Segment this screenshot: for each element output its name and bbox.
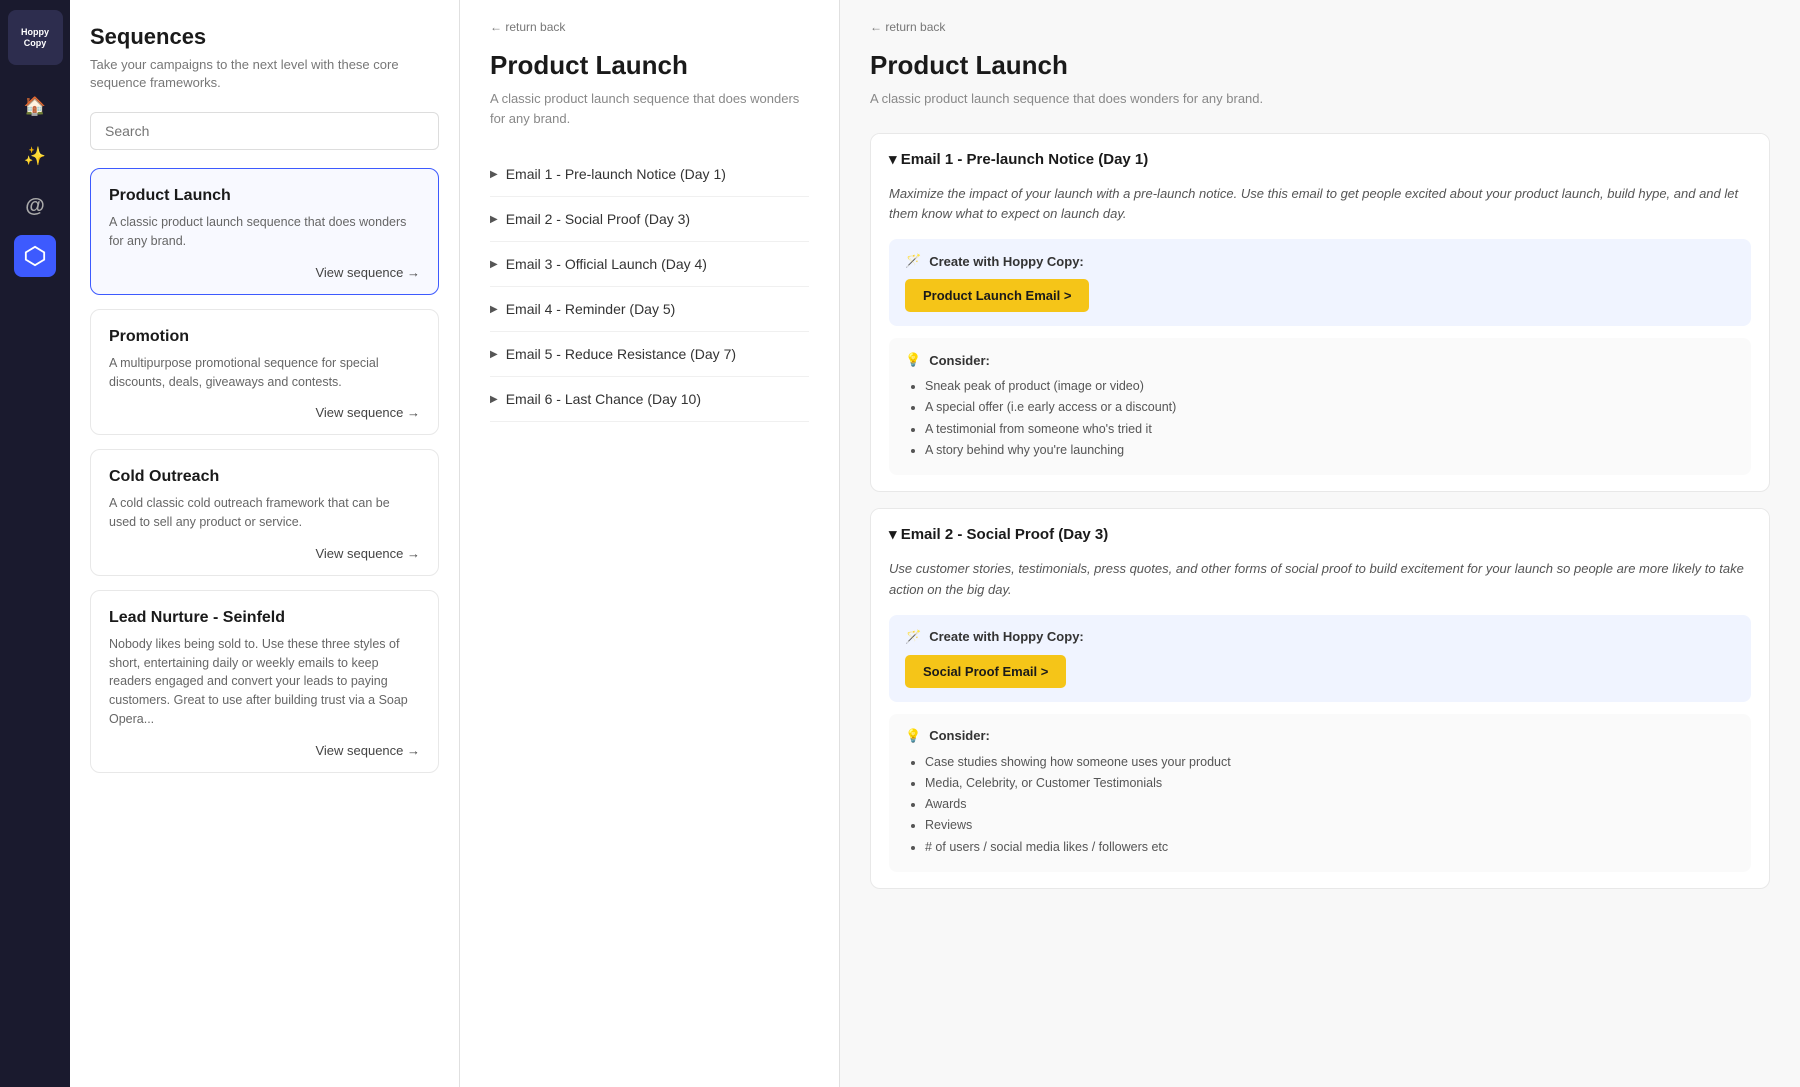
consider-item: Media, Celebrity, or Customer Testimonia… bbox=[925, 773, 1735, 794]
email-list-item-email5[interactable]: ▶ Email 5 - Reduce Resistance (Day 7) bbox=[490, 332, 809, 377]
email-section-header[interactable]: ▾ Email 2 - Social Proof (Day 3) bbox=[871, 509, 1769, 559]
email-section-email2: ▾ Email 2 - Social Proof (Day 3) Use cus… bbox=[870, 508, 1770, 889]
cards-container: Product Launch A classic product launch … bbox=[90, 168, 439, 772]
middle-desc: A classic product launch sequence that d… bbox=[490, 89, 809, 128]
logo-text: HoppyCopy bbox=[21, 27, 49, 49]
email-section-email1: ▾ Email 1 - Pre-launch Notice (Day 1) Ma… bbox=[870, 133, 1770, 493]
consider-item: # of users / social media likes / follow… bbox=[925, 837, 1735, 858]
card-title: Promotion bbox=[109, 328, 420, 346]
nav-at[interactable]: @ bbox=[14, 185, 56, 227]
view-sequence-link[interactable]: View sequence → bbox=[109, 743, 420, 758]
create-label-text: Create with Hoppy Copy: bbox=[929, 254, 1084, 269]
consider-item: A testimonial from someone who's tried i… bbox=[925, 419, 1735, 440]
left-panel: Sequences Take your campaigns to the nex… bbox=[70, 0, 460, 1087]
create-button[interactable]: Social Proof Email > bbox=[905, 655, 1066, 688]
card-title: Cold Outreach bbox=[109, 468, 420, 486]
email-list-item-email3[interactable]: ▶ Email 3 - Official Launch (Day 4) bbox=[490, 242, 809, 287]
panel-subtitle: Take your campaigns to the next level wi… bbox=[90, 56, 439, 92]
email-list-item-email6[interactable]: ▶ Email 6 - Last Chance (Day 10) bbox=[490, 377, 809, 422]
create-box: 🪄 Create with Hoppy Copy: Social Proof E… bbox=[889, 615, 1751, 702]
nav-home[interactable]: 🏠 bbox=[14, 85, 56, 127]
card-desc: A cold classic cold outreach framework t… bbox=[109, 494, 420, 532]
card-desc: A classic product launch sequence that d… bbox=[109, 213, 420, 251]
right-return-back[interactable]: ← return back bbox=[870, 20, 1770, 34]
middle-title: Product Launch bbox=[490, 50, 809, 81]
consider-title-text: Consider: bbox=[929, 728, 990, 743]
create-button[interactable]: Product Launch Email > bbox=[905, 279, 1089, 312]
middle-panel: ← return back Product Launch A classic p… bbox=[460, 0, 840, 1087]
right-title: Product Launch bbox=[870, 50, 1770, 81]
view-sequence-link[interactable]: View sequence → bbox=[109, 405, 420, 420]
view-sequence-link[interactable]: View sequence → bbox=[109, 546, 420, 561]
card-desc: A multipurpose promotional sequence for … bbox=[109, 354, 420, 392]
right-panel: ← return back Product Launch A classic p… bbox=[840, 0, 1800, 1087]
email-label: Email 1 - Pre-launch Notice (Day 1) bbox=[506, 166, 726, 182]
consider-box: 💡 Consider: Sneak peak of product (image… bbox=[889, 338, 1751, 475]
create-label: 🪄 Create with Hoppy Copy: bbox=[905, 629, 1735, 645]
email-label: Email 2 - Social Proof (Day 3) bbox=[506, 211, 690, 227]
arrow-icon: ▶ bbox=[490, 349, 498, 360]
card-title: Lead Nurture - Seinfeld bbox=[109, 609, 420, 627]
email-italic-desc: Use customer stories, testimonials, pres… bbox=[889, 559, 1751, 601]
card-title: Product Launch bbox=[109, 187, 420, 205]
sequence-card-cold-outreach[interactable]: Cold Outreach A cold classic cold outrea… bbox=[90, 449, 439, 576]
consider-title: 💡 Consider: bbox=[905, 352, 1735, 368]
sequence-card-product-launch[interactable]: Product Launch A classic product launch … bbox=[90, 168, 439, 295]
email-label: Email 6 - Last Chance (Day 10) bbox=[506, 391, 701, 407]
email-section-header[interactable]: ▾ Email 1 - Pre-launch Notice (Day 1) bbox=[871, 134, 1769, 184]
section-header-label: ▾ Email 1 - Pre-launch Notice (Day 1) bbox=[889, 150, 1148, 168]
consider-list: Sneak peak of product (image or video)A … bbox=[905, 376, 1735, 461]
email-italic-desc: Maximize the impact of your launch with … bbox=[889, 184, 1751, 226]
right-desc: A classic product launch sequence that d… bbox=[870, 89, 1770, 109]
logo[interactable]: HoppyCopy bbox=[8, 10, 63, 65]
consider-item: Reviews bbox=[925, 815, 1735, 836]
panel-title: Sequences bbox=[90, 24, 439, 50]
section-header-label: ▾ Email 2 - Social Proof (Day 3) bbox=[889, 525, 1108, 543]
email-label: Email 5 - Reduce Resistance (Day 7) bbox=[506, 346, 736, 362]
emails-list: ▶ Email 1 - Pre-launch Notice (Day 1) ▶ Ema… bbox=[490, 152, 809, 422]
bulb-icon: 💡 bbox=[905, 728, 921, 744]
email-label: Email 3 - Official Launch (Day 4) bbox=[506, 256, 707, 272]
arrow-icon: ▶ bbox=[490, 304, 498, 315]
sequence-card-promotion[interactable]: Promotion A multipurpose promotional seq… bbox=[90, 309, 439, 436]
consider-list: Case studies showing how someone uses yo… bbox=[905, 752, 1735, 858]
consider-item: Sneak peak of product (image or video) bbox=[925, 376, 1735, 397]
consider-title: 💡 Consider: bbox=[905, 728, 1735, 744]
consider-item: Case studies showing how someone uses yo… bbox=[925, 752, 1735, 773]
consider-item: A story behind why you're launching bbox=[925, 440, 1735, 461]
middle-return-back[interactable]: ← return back bbox=[490, 20, 809, 34]
create-label-text: Create with Hoppy Copy: bbox=[929, 629, 1084, 644]
nav-magic[interactable]: ✨ bbox=[14, 135, 56, 177]
nav-sequences[interactable] bbox=[14, 235, 56, 277]
email-list-item-email4[interactable]: ▶ Email 4 - Reminder (Day 5) bbox=[490, 287, 809, 332]
view-sequence-link[interactable]: View sequence → bbox=[109, 265, 420, 280]
wand-icon: 🪄 bbox=[905, 629, 921, 645]
email-list-item-email2[interactable]: ▶ Email 2 - Social Proof (Day 3) bbox=[490, 197, 809, 242]
consider-item: A special offer (i.e early access or a d… bbox=[925, 397, 1735, 418]
consider-item: Awards bbox=[925, 794, 1735, 815]
arrow-icon: ▶ bbox=[490, 169, 498, 180]
create-label: 🪄 Create with Hoppy Copy: bbox=[905, 253, 1735, 269]
email-list-item-email1[interactable]: ▶ Email 1 - Pre-launch Notice (Day 1) bbox=[490, 152, 809, 197]
consider-title-text: Consider: bbox=[929, 353, 990, 368]
arrow-icon: ▶ bbox=[490, 259, 498, 270]
sequence-card-lead-nurture[interactable]: Lead Nurture - Seinfeld Nobody likes bei… bbox=[90, 590, 439, 773]
consider-box: 💡 Consider: Case studies showing how som… bbox=[889, 714, 1751, 872]
email-label: Email 4 - Reminder (Day 5) bbox=[506, 301, 676, 317]
arrow-icon: ▶ bbox=[490, 394, 498, 405]
sidebar: HoppyCopy 🏠 ✨ @ bbox=[0, 0, 70, 1087]
bulb-icon: 💡 bbox=[905, 352, 921, 368]
arrow-icon: ▶ bbox=[490, 214, 498, 225]
wand-icon: 🪄 bbox=[905, 253, 921, 269]
email-section-body: Maximize the impact of your launch with … bbox=[871, 184, 1769, 492]
search-input[interactable] bbox=[90, 112, 439, 150]
card-desc: Nobody likes being sold to. Use these th… bbox=[109, 635, 420, 729]
email-sections: ▾ Email 1 - Pre-launch Notice (Day 1) Ma… bbox=[870, 133, 1770, 889]
create-box: 🪄 Create with Hoppy Copy: Product Launch… bbox=[889, 239, 1751, 326]
email-section-body: Use customer stories, testimonials, pres… bbox=[871, 559, 1769, 888]
